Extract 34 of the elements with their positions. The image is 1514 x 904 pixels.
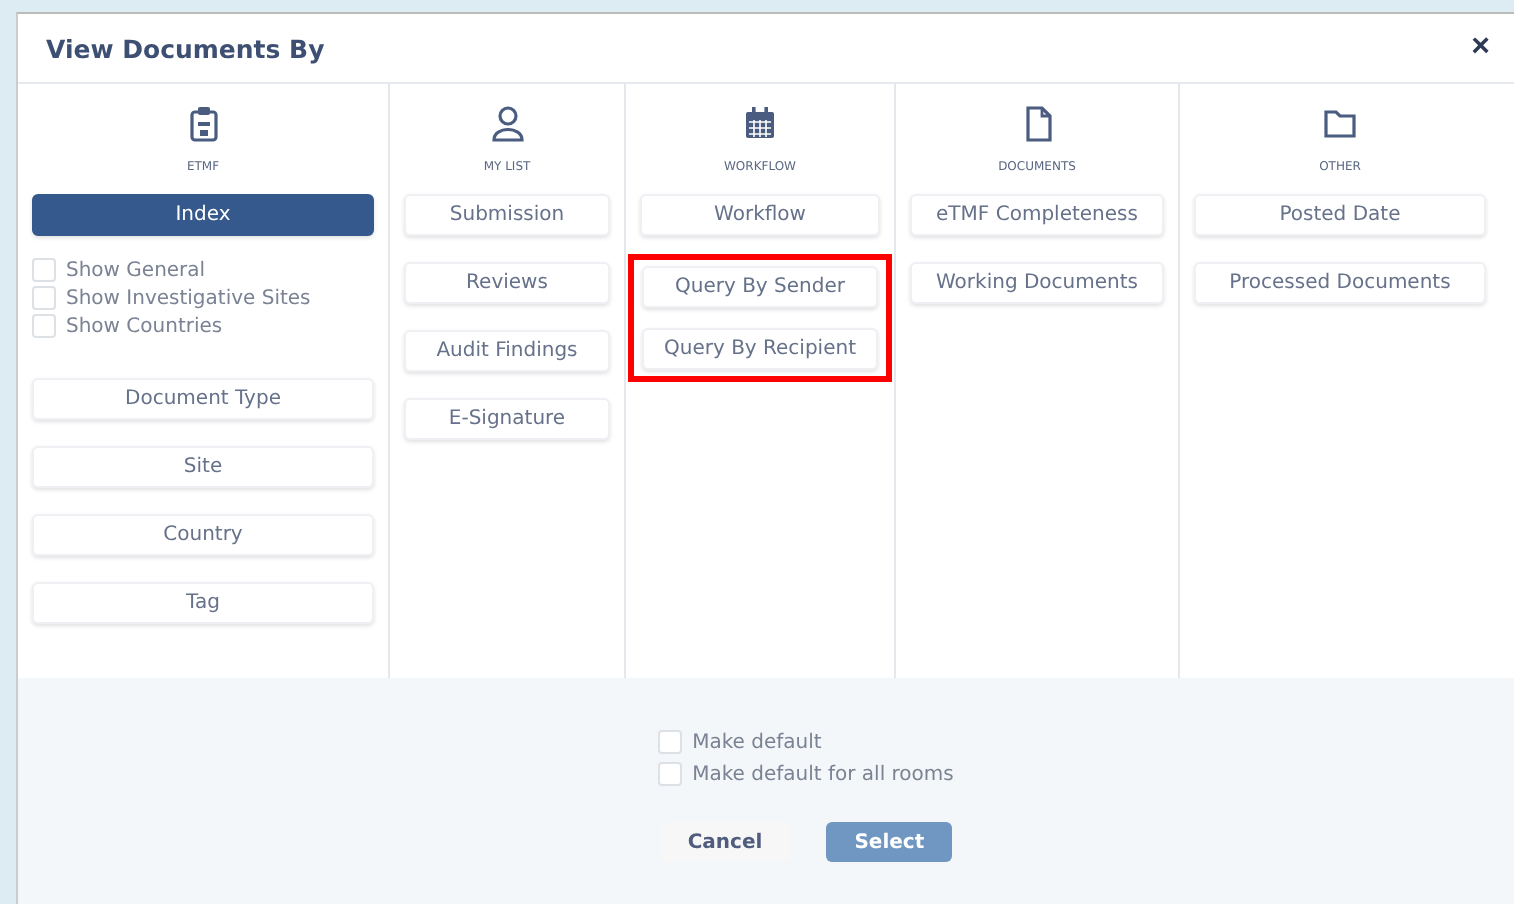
checkbox-label: Show Countries — [66, 315, 223, 337]
checkbox-label: Make default for all rooms — [692, 763, 954, 785]
close-button[interactable]: × — [1463, 30, 1498, 66]
option-button[interactable]: Site — [32, 446, 374, 488]
folder-icon — [1322, 104, 1358, 142]
cancel-button[interactable]: Cancel — [659, 822, 791, 862]
checkbox-label: Make default — [692, 731, 822, 753]
option-button[interactable]: Submission — [404, 194, 610, 236]
checkbox[interactable] — [32, 258, 56, 282]
option-button[interactable]: Document Type — [32, 378, 374, 420]
clipboard-icon — [185, 104, 221, 142]
option-button[interactable]: Query By Sender — [642, 266, 878, 308]
option-button[interactable]: Index — [32, 194, 374, 236]
select-button[interactable]: Select — [826, 822, 953, 862]
option-button[interactable]: Country — [32, 514, 374, 556]
option-button[interactable]: Working Documents — [910, 262, 1164, 304]
option-button[interactable]: Reviews — [404, 262, 610, 304]
dialog-title: View Documents By — [46, 33, 325, 63]
option-button[interactable]: E-Signature — [404, 398, 610, 440]
option-button[interactable]: Processed Documents — [1194, 262, 1486, 304]
option-button[interactable]: Audit Findings — [404, 330, 610, 372]
option-button[interactable]: Workflow — [640, 194, 880, 236]
option-button[interactable]: Query By Recipient — [642, 328, 878, 370]
checkbox[interactable] — [658, 762, 683, 786]
calendar-icon — [742, 104, 778, 142]
person-icon — [489, 104, 525, 142]
checkbox[interactable] — [32, 314, 56, 338]
checkbox[interactable] — [658, 730, 683, 754]
checkbox-label: Show General — [66, 259, 206, 281]
option-button[interactable]: Posted Date — [1194, 194, 1486, 236]
option-button[interactable]: Tag — [32, 582, 374, 624]
checkbox-label: Show Investigative Sites — [66, 287, 311, 309]
checkbox[interactable] — [32, 286, 56, 310]
option-button[interactable]: eTMF Completeness — [910, 194, 1164, 236]
